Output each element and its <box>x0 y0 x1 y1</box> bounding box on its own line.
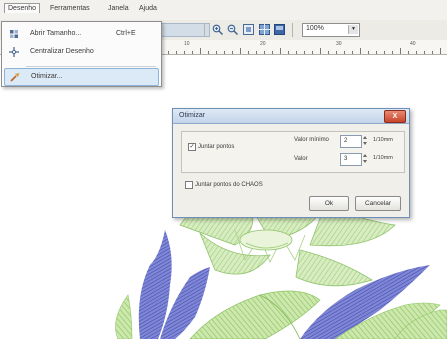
ruler-tick <box>176 51 177 54</box>
ruler-tick <box>312 51 313 54</box>
ruler-tick <box>408 51 409 54</box>
menu-item-centralizar-desenho[interactable]: Centralizar Desenho <box>4 44 157 60</box>
menu-ajuda[interactable]: Ajuda <box>139 5 157 12</box>
ruler-tick <box>392 51 393 54</box>
zoom-in-icon[interactable] <box>212 24 223 35</box>
close-icon[interactable]: X <box>384 110 406 123</box>
ruler-tick <box>288 51 289 54</box>
ruler-tick <box>200 48 201 54</box>
menu-item-label: Centralizar Desenho <box>30 48 94 55</box>
ruler-tick <box>264 51 265 54</box>
ruler-tick <box>376 51 377 54</box>
valor-minimo-value: 2 <box>344 138 348 144</box>
ruler-tick <box>272 51 273 54</box>
ruler-tick <box>232 51 233 54</box>
ruler-tick <box>440 48 441 54</box>
menu-item-shortcut: Ctrl+E <box>116 30 136 37</box>
ruler-tick <box>344 51 345 54</box>
ruler-tick <box>208 51 209 54</box>
ruler-tick <box>304 51 305 54</box>
ruler-tick <box>328 51 329 54</box>
juntar-pontos-checkbox[interactable]: ✓ <box>188 143 196 151</box>
valor-label: Valor <box>294 156 308 162</box>
toolbar-separator <box>292 23 293 37</box>
ruler-tick <box>192 51 193 54</box>
dialog-titlebar[interactable]: Otimizar X <box>173 109 409 124</box>
valor-minimo-label: Valor mínimo <box>294 137 329 143</box>
ruler-tick <box>256 51 257 54</box>
toolbar-separator <box>204 23 205 37</box>
juntar-pontos-label: Juntar pontos <box>198 144 235 150</box>
ruler-tick <box>320 48 321 54</box>
chevron-down-icon[interactable]: ▼ <box>348 25 358 34</box>
cancel-button[interactable]: Cancelar <box>355 196 401 211</box>
ruler-tick <box>248 51 249 54</box>
ruler-label: 30 <box>336 41 342 47</box>
zoom-value: 100% <box>306 25 324 32</box>
menu-bar: Desenho Ferramentas Janela Ajuda <box>0 0 447 21</box>
ruler-tick <box>168 51 169 54</box>
menu-item-otimizar[interactable]: Otimizar... <box>4 68 159 86</box>
ruler-tick <box>368 51 369 54</box>
valor-input[interactable]: 3 <box>340 153 362 166</box>
juntar-pontos-chaos-label: Juntar pontos do CHAOS <box>195 182 263 188</box>
ruler-tick <box>336 51 337 54</box>
menu-item-abrir-tamanho[interactable]: Abrir Tamanho... Ctrl+E <box>4 26 157 42</box>
center-icon <box>9 47 19 57</box>
menu-separator <box>26 66 156 67</box>
fit-page-icon[interactable] <box>243 24 254 35</box>
valor-minimo-input[interactable]: 2 <box>340 135 362 148</box>
ruler-tick <box>360 48 361 54</box>
ruler-tick <box>424 51 425 54</box>
left-blue-leaves <box>115 230 210 339</box>
toolbar-field[interactable] <box>160 23 210 37</box>
ruler-label: 10 <box>184 41 190 47</box>
ruler-label: 20 <box>260 41 266 47</box>
juntar-pontos-group: ✓ Juntar pontos Valor mínimo 2 1/10mm Va… <box>181 131 405 173</box>
optimize-icon <box>10 72 20 82</box>
zoom-select[interactable]: 100% ▼ <box>302 23 360 37</box>
valor-minimo-spinner[interactable] <box>363 135 367 146</box>
valor-unit: 1/10mm <box>373 155 393 161</box>
ruler-tick <box>240 48 241 54</box>
ruler-tick <box>400 48 401 54</box>
ok-button[interactable]: Ok <box>309 196 349 211</box>
ruler-tick <box>280 48 281 54</box>
zoom-out-icon[interactable] <box>227 24 238 35</box>
ruler-tick <box>352 51 353 54</box>
menu-desenho[interactable]: Desenho <box>4 3 41 13</box>
valor-value: 3 <box>344 156 348 162</box>
menu-item-label: Otimizar... <box>31 73 63 80</box>
menu-item-label: Abrir Tamanho... <box>30 30 82 37</box>
otimizar-dialog: Otimizar X ✓ Juntar pontos Valor mínimo … <box>172 108 410 218</box>
ruler-label: 40 <box>410 41 416 47</box>
grid-icon[interactable] <box>259 24 270 35</box>
menu-janela[interactable]: Janela <box>108 5 129 12</box>
desenho-menu-dropdown: Abrir Tamanho... Ctrl+E Centralizar Dese… <box>1 21 162 87</box>
ruler-tick <box>384 51 385 54</box>
juntar-pontos-chaos-checkbox[interactable] <box>185 181 193 189</box>
valor-minimo-unit: 1/10mm <box>373 137 393 143</box>
resize-icon <box>9 29 19 39</box>
ruler-tick <box>416 51 417 54</box>
ruler-tick <box>432 51 433 54</box>
view-icon[interactable] <box>274 24 285 35</box>
ruler-tick <box>216 51 217 54</box>
valor-spinner[interactable] <box>363 153 367 164</box>
ruler-tick <box>184 51 185 54</box>
dialog-title: Otimizar <box>179 112 206 119</box>
menu-ferramentas[interactable]: Ferramentas <box>50 5 90 12</box>
ruler-tick <box>296 51 297 54</box>
ruler-tick <box>224 51 225 54</box>
